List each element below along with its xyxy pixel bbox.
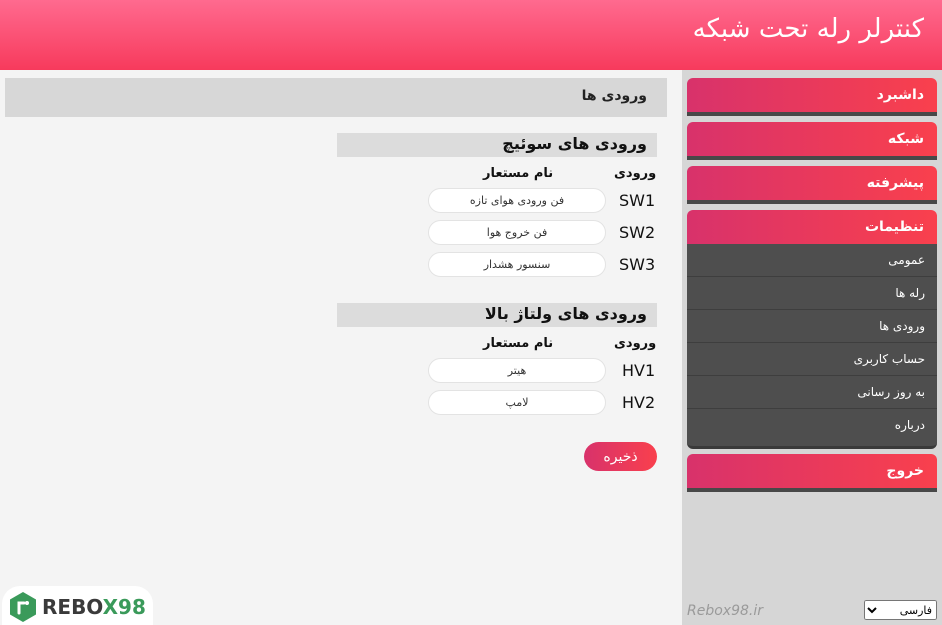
sidebar-item-label: شبکه xyxy=(887,131,924,147)
logo-text-b: X98 xyxy=(102,595,146,619)
col-alias-label: نام مستعار xyxy=(483,166,554,181)
hv-section-title: ورودی های ولتاژ بالا xyxy=(484,304,647,323)
input-code-hv1: HV1 xyxy=(622,361,656,380)
submenu-item-general[interactable]: عمومی xyxy=(687,244,937,277)
sidebar-item-settings[interactable]: تنظیمات xyxy=(687,210,937,244)
alias-input-sw2[interactable] xyxy=(428,220,606,245)
switch-section-title: ورودی های سوئیچ xyxy=(502,134,647,153)
col-input-label: ورودی xyxy=(614,166,657,181)
page-title: ورودی ها xyxy=(581,88,647,104)
col-input-label: ورودی xyxy=(614,336,657,351)
sidebar-item-advanced[interactable]: پیشرفته xyxy=(687,166,937,204)
app-header: کنترلر رله تحت شبکه xyxy=(0,0,942,70)
footer-link[interactable]: Rebox98.ir xyxy=(687,603,763,619)
sidebar-item-label: خروج xyxy=(886,463,924,479)
sidebar: داشبرد شبکه پیشرفته تنظیمات عمومی رله ها… xyxy=(682,70,942,625)
submenu-item-update[interactable]: به روز رسانی xyxy=(687,376,937,409)
page-header: ورودی ها xyxy=(5,78,667,117)
save-button[interactable]: ذخیره xyxy=(584,442,657,471)
sidebar-item-label: پیشرفته xyxy=(866,175,924,191)
col-alias-label: نام مستعار xyxy=(483,336,554,351)
input-code-hv2: HV2 xyxy=(622,393,656,412)
logo-text-a: REBO xyxy=(42,595,103,619)
sidebar-item-network[interactable]: شبکه xyxy=(687,122,937,160)
rebox-logo-icon xyxy=(10,592,36,622)
settings-submenu: عمومی رله ها ورودی ها حساب کاربری به روز… xyxy=(687,244,937,449)
input-code-sw1: SW1 xyxy=(619,191,656,210)
input-code-sw3: SW3 xyxy=(619,255,656,274)
input-code-sw2: SW2 xyxy=(619,223,656,242)
submenu-item-about[interactable]: درباره xyxy=(687,409,937,442)
alias-input-hv1[interactable] xyxy=(428,358,606,383)
alias-input-sw3[interactable] xyxy=(428,252,606,277)
submenu-item-inputs[interactable]: ورودی ها xyxy=(687,310,937,343)
hv-section-header: ورودی های ولتاژ بالا xyxy=(337,303,657,327)
submenu-item-relays[interactable]: رله ها xyxy=(687,277,937,310)
rebox-logo: REBOX98 xyxy=(2,586,153,625)
submenu-item-account[interactable]: حساب کاربری xyxy=(687,343,937,376)
language-select[interactable]: فارسی xyxy=(864,600,937,620)
app-title: کنترلر رله تحت شبکه xyxy=(692,14,924,44)
rebox-logo-text: REBOX98 xyxy=(42,595,146,619)
sidebar-item-dashboard[interactable]: داشبرد xyxy=(687,78,937,116)
alias-input-sw1[interactable] xyxy=(428,188,606,213)
alias-input-hv2[interactable] xyxy=(428,390,606,415)
sidebar-item-logout[interactable]: خروج xyxy=(687,454,937,492)
sidebar-item-label: داشبرد xyxy=(876,87,924,103)
switch-section-header: ورودی های سوئیچ xyxy=(337,133,657,157)
sidebar-item-label: تنظیمات xyxy=(864,219,924,235)
